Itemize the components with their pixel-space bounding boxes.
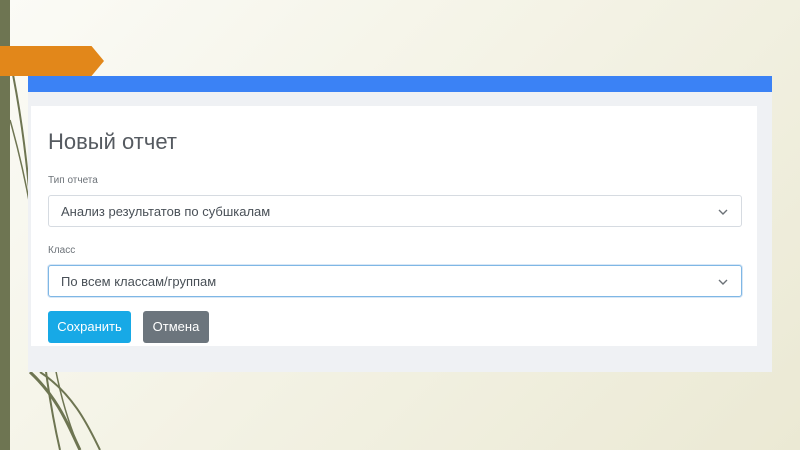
class-select[interactable]: По всем классам/группам bbox=[48, 265, 742, 297]
report-type-value: Анализ результатов по субшкалам bbox=[61, 204, 271, 219]
new-report-form: Новый отчет Тип отчета Анализ результато… bbox=[31, 106, 757, 346]
report-type-select[interactable]: Анализ результатов по субшкалам bbox=[48, 195, 742, 227]
form-title: Новый отчет bbox=[48, 129, 177, 154]
cancel-button[interactable]: Отмена bbox=[143, 311, 209, 343]
save-button[interactable]: Сохранить bbox=[48, 311, 131, 343]
chevron-down-icon bbox=[718, 209, 728, 215]
class-value: По всем классам/группам bbox=[61, 274, 217, 289]
orange-arrow-tab bbox=[0, 46, 104, 76]
class-label: Класс bbox=[48, 245, 76, 256]
report-type-label: Тип отчета bbox=[48, 175, 98, 186]
chevron-down-icon bbox=[718, 279, 728, 285]
slide-background: Новый отчет Тип отчета Анализ результато… bbox=[0, 0, 800, 450]
report-panel: Новый отчет Тип отчета Анализ результато… bbox=[28, 76, 772, 372]
